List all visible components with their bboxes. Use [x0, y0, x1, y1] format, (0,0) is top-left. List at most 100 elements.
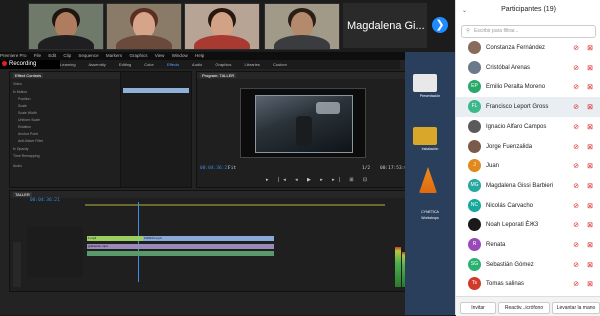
participant-row[interactable]: NC Nicolás Carvacho ⊘ ⊠ [456, 196, 600, 216]
ec-row[interactable]: Rotation [18, 125, 31, 129]
work-area-bar[interactable] [85, 204, 385, 206]
ec-row[interactable]: Scale Width [18, 111, 37, 115]
mic-muted-icon[interactable]: ⊘ [573, 261, 579, 269]
mic-muted-icon[interactable]: ⊘ [573, 103, 579, 111]
menu-item[interactable]: File [34, 53, 41, 58]
menu-item[interactable]: View [155, 53, 165, 58]
camera-off-icon[interactable]: ⊠ [587, 202, 593, 210]
camera-off-icon[interactable]: ⊠ [587, 241, 593, 249]
participant-row[interactable]: J Juan ⊘ ⊠ [456, 156, 600, 176]
ec-row[interactable]: Anchor Point [18, 132, 38, 136]
effect-controls-panel[interactable]: Effect Controls Video fx Motion Position… [9, 71, 121, 188]
participant-row[interactable]: FL Francisco Leport Gross ⊘ ⊠ [456, 97, 600, 118]
tab-effect-controls[interactable]: Effect Controls [13, 73, 44, 78]
camera-off-icon[interactable]: ⊠ [587, 280, 593, 288]
chevron-right-icon[interactable]: ❯ [432, 17, 448, 33]
timeline-timecode[interactable]: 00:04:36:21 [30, 198, 60, 203]
workspace-tab[interactable]: Audio [192, 62, 202, 67]
participant-row[interactable]: R Renata ⊘ ⊠ [456, 235, 600, 255]
camera-off-icon[interactable]: ⊠ [587, 261, 593, 269]
quality-select[interactable]: 1/2 [362, 166, 370, 171]
mic-muted-icon[interactable]: ⊘ [573, 280, 579, 288]
workspace-tab-active[interactable]: Effects [167, 62, 179, 67]
track-headers[interactable] [27, 227, 83, 277]
desktop-folder-icon[interactable] [413, 127, 437, 145]
camera-off-icon[interactable]: ⊠ [587, 123, 593, 131]
mic-muted-icon[interactable]: ⊘ [573, 44, 579, 52]
mic-muted-icon[interactable]: ⊘ [573, 202, 579, 210]
mic-muted-icon[interactable]: ⊘ [573, 64, 579, 72]
vlc-icon[interactable] [419, 167, 437, 193]
menu-item[interactable]: Premiere Pro [0, 53, 27, 58]
menu-item[interactable]: Edit [48, 53, 56, 58]
mic-muted-icon[interactable]: ⊘ [573, 143, 579, 151]
invite-button[interactable]: Invitar [460, 302, 496, 314]
mic-muted-icon[interactable]: ⊘ [573, 123, 579, 131]
participant-row[interactable]: SG Sebastián Gómez ⊘ ⊠ [456, 255, 600, 275]
video-tile[interactable] [106, 3, 182, 50]
avatar: Ts [468, 277, 481, 291]
camera-off-icon[interactable]: ⊠ [587, 221, 593, 229]
raise-hand-button[interactable]: Levantar la mano [552, 302, 600, 314]
ec-row[interactable]: Uniform Scale [18, 118, 40, 122]
menu-item[interactable]: Markers [106, 53, 122, 58]
video-tile[interactable] [184, 3, 260, 50]
menu-item[interactable]: Help [195, 53, 204, 58]
ec-row[interactable]: Scale [18, 104, 27, 108]
program-timecode[interactable]: 00:04:36:21 [200, 166, 230, 171]
menu-item[interactable]: Graphics [129, 53, 147, 58]
camera-off-icon[interactable]: ⊠ [587, 44, 593, 52]
workspace-tab[interactable]: Assembly [88, 62, 105, 67]
tab-timeline[interactable]: TALLER [13, 192, 32, 197]
camera-off-icon[interactable]: ⊠ [587, 64, 593, 72]
tab-program[interactable]: Program: TALLER [200, 73, 237, 78]
fit-select[interactable]: Fit [228, 166, 236, 171]
mic-muted-icon[interactable]: ⊘ [573, 221, 579, 229]
menu-item[interactable]: Sequence [78, 53, 98, 58]
ec-row[interactable]: Anti-flicker Filter [18, 139, 43, 143]
audio-clip[interactable] [87, 251, 274, 256]
video-tile-name[interactable]: Magdalena Gi... [343, 3, 427, 48]
camera-off-icon[interactable]: ⊠ [587, 182, 593, 190]
participant-row[interactable]: Constanza Fernández ⊘ ⊠ [456, 38, 600, 58]
ec-mini-timeline[interactable] [120, 71, 192, 188]
menu-item[interactable]: Clip [63, 53, 71, 58]
video-tile[interactable] [264, 3, 340, 50]
mic-muted-icon[interactable]: ⊘ [573, 241, 579, 249]
participant-row[interactable]: Noah Leporati ÉЖ3 ⊘ ⊠ [456, 215, 600, 235]
mic-muted-icon[interactable]: ⊘ [573, 182, 579, 190]
menu-item[interactable]: Window [172, 53, 188, 58]
tools-panel[interactable] [13, 242, 21, 287]
participant-row[interactable]: Cristóbal Arenas ⊘ ⊠ [456, 58, 600, 78]
mic-muted-icon[interactable]: ⊘ [573, 83, 579, 91]
unmute-button[interactable]: Reactiv...icrófono [498, 302, 550, 314]
camera-off-icon[interactable]: ⊠ [587, 103, 593, 111]
clip[interactable]: FONDO.mp4 [143, 236, 274, 241]
playhead[interactable] [138, 202, 139, 282]
clip[interactable]: 1.mp4 [87, 236, 144, 241]
camera-off-icon[interactable]: ⊠ [587, 83, 593, 91]
clip[interactable]: grabacion.mp4 [87, 244, 274, 249]
workspace-tab[interactable]: Learning [60, 62, 76, 67]
ec-row[interactable]: Position [18, 97, 30, 101]
workspace-tab[interactable]: Graphics [215, 62, 231, 67]
workspace-tab[interactable]: Custom [273, 62, 287, 67]
participant-row[interactable]: MG Magdalena Gissi Barbieri ⊘ ⊠ [456, 176, 600, 196]
ec-row[interactable]: fx Motion [13, 90, 27, 94]
workspace-tab[interactable]: Editing [119, 62, 131, 67]
camera-off-icon[interactable]: ⊠ [587, 143, 593, 151]
mic-muted-icon[interactable]: ⊘ [573, 162, 579, 170]
transport-controls[interactable]: ▸ |◂ ◂ ▶ ▸ ▸| ⊞ ⊡ [266, 177, 371, 183]
search-input[interactable]: ⚲ Escribir para filtrar... [461, 25, 596, 38]
participant-row[interactable]: Ts Tomas salinas ⊘ ⊠ [456, 274, 600, 294]
participant-row[interactable]: EP Emilio Peralta Moreno ⊘ ⊠ [456, 77, 600, 97]
desktop-folder-icon[interactable] [413, 74, 437, 92]
ec-row[interactable]: fx Opacity [13, 147, 29, 151]
workspace-tab[interactable]: Libraries [245, 62, 260, 67]
video-tile[interactable] [28, 3, 104, 50]
participant-row[interactable]: Jorge Fuenzalida ⊘ ⊠ [456, 137, 600, 157]
workspace-tab[interactable]: Color [144, 62, 154, 67]
camera-off-icon[interactable]: ⊠ [587, 162, 593, 170]
participant-row[interactable]: Ignacio Alfaro Campos ⊘ ⊠ [456, 117, 600, 137]
ec-row[interactable]: Time Remapping [13, 154, 40, 158]
